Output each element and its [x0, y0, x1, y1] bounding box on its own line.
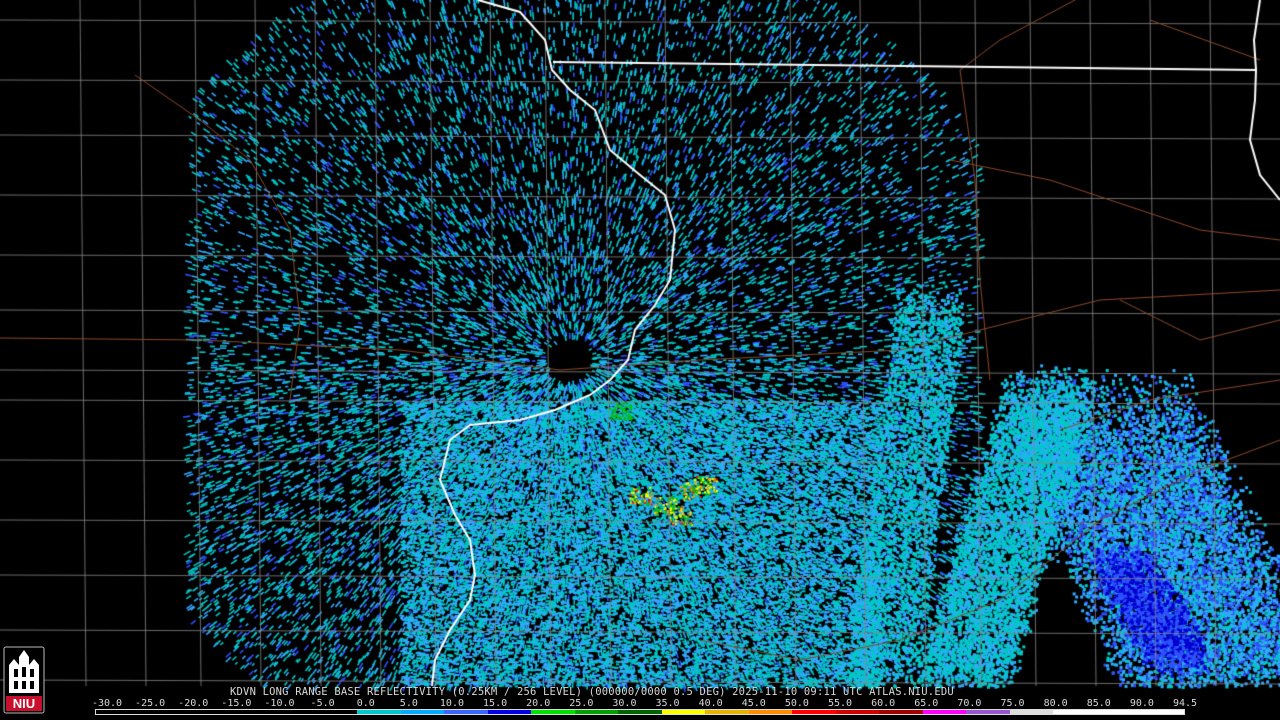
scale-swatch	[487, 710, 532, 714]
scale-label: 80.0	[1043, 698, 1068, 709]
scale-label: 45.0	[741, 698, 766, 709]
scale-swatch	[1096, 710, 1141, 714]
scale-label: -20.0	[178, 698, 209, 709]
scale-label: 90.0	[1129, 698, 1154, 709]
scale-swatch	[1009, 710, 1054, 714]
scale-swatch	[183, 710, 227, 714]
scale-swatch	[270, 710, 314, 714]
scale-swatch	[705, 710, 749, 714]
scale-label: 50.0	[784, 698, 809, 709]
scale-label: 60.0	[871, 698, 896, 709]
scale-label: 40.0	[698, 698, 723, 709]
scale-label: 65.0	[914, 698, 939, 709]
scale-label: 10.0	[439, 698, 464, 709]
scale-swatch	[618, 710, 662, 714]
scale-label: 25.0	[569, 698, 594, 709]
scale-swatch	[966, 710, 1010, 714]
scale-swatch	[922, 710, 967, 714]
scale-swatch	[139, 710, 184, 714]
scale-label: 75.0	[1000, 698, 1025, 709]
scale-label: 0.0	[356, 698, 375, 709]
scale-swatch	[1140, 710, 1184, 714]
scale-label: 20.0	[526, 698, 551, 709]
scale-label: 15.0	[483, 698, 508, 709]
scale-swatch	[96, 710, 140, 714]
reflectivity-color-bar	[95, 709, 1185, 715]
logo-text: NIU	[13, 696, 35, 711]
radar-reflectivity-map	[0, 0, 1280, 720]
scale-swatch	[748, 710, 793, 714]
scale-swatch	[226, 710, 271, 714]
scale-swatch	[531, 710, 575, 714]
reflectivity-scale-labels: -30.0 -25.0 -20.0 -15.0 -10.0 -5.0 0.0 5.0 10.0 1…	[91, 698, 1205, 709]
scale-swatch	[835, 710, 880, 714]
scale-swatch	[357, 710, 401, 714]
scale-label: 30.0	[612, 698, 637, 709]
scale-swatch	[879, 710, 923, 714]
scale-swatch	[574, 710, 619, 714]
scale-swatch	[444, 710, 488, 714]
scale-label: 55.0	[827, 698, 853, 709]
scale-label: -25.0	[135, 698, 166, 709]
scale-label: -30.0	[91, 698, 123, 709]
scale-label: 70.0	[957, 698, 982, 709]
scale-swatch	[1053, 710, 1097, 714]
product-caption: KDVN LONG RANGE BASE REFLECTIVITY (0.25K…	[230, 686, 954, 698]
scale-swatch	[400, 710, 445, 714]
scale-label: -5.0	[310, 698, 335, 709]
scale-label: -15.0	[221, 698, 252, 709]
scale-swatch	[313, 710, 358, 714]
scale-swatch	[792, 710, 836, 714]
scale-label: 5.0	[399, 698, 418, 709]
scale-label: 85.0	[1086, 698, 1111, 709]
scale-label: 94.5	[1172, 698, 1198, 709]
scale-label: 35.0	[655, 698, 680, 709]
scale-label: -10.0	[264, 698, 295, 709]
scale-swatch	[661, 710, 706, 714]
niu-logo: NIU	[3, 646, 45, 714]
